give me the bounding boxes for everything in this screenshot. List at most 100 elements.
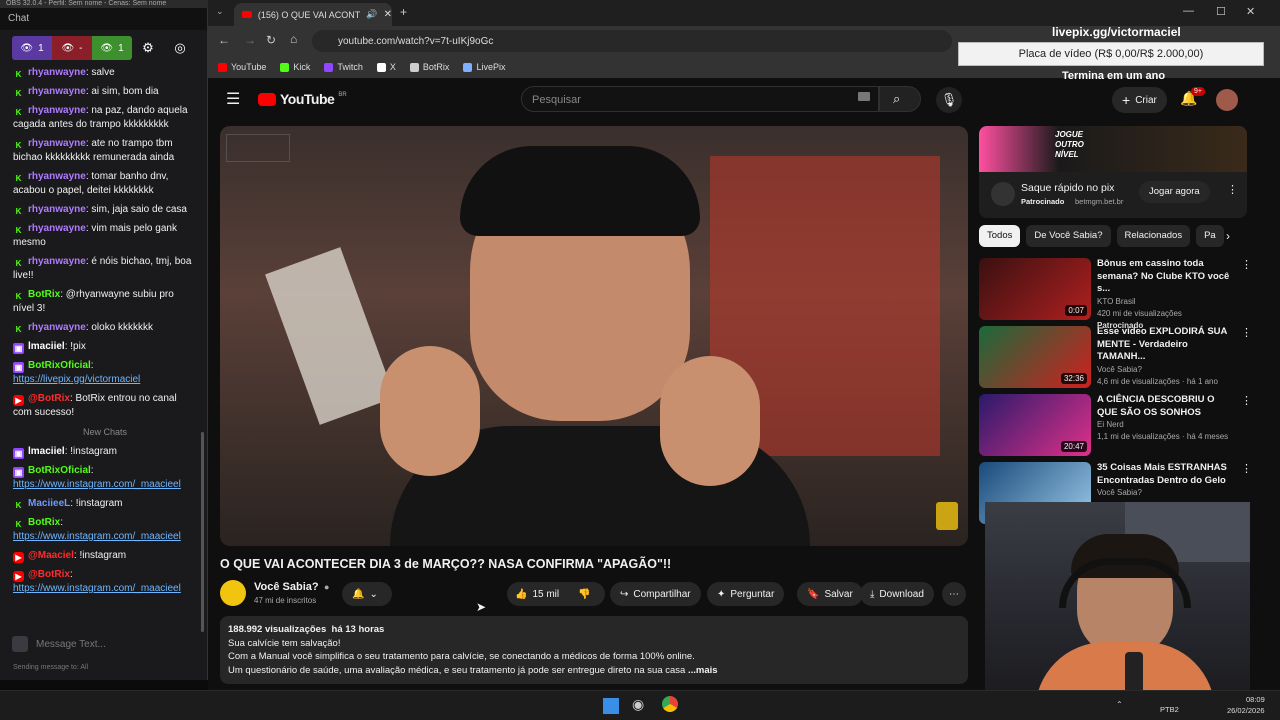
chat-username[interactable]: @BotRix xyxy=(28,393,70,404)
create-button[interactable]: + Criar xyxy=(1112,87,1167,113)
maximize-icon[interactable]: ☐ xyxy=(1216,5,1226,18)
chevron-right-icon[interactable]: › xyxy=(1226,229,1230,243)
browser-tab[interactable]: (156) O QUE VAI ACONTEC 🔊 ✕ xyxy=(234,3,392,26)
chat-scrollbar[interactable] xyxy=(201,432,204,632)
video-title[interactable]: 35 Coisas Mais ESTRANHAS Encontradas Den… xyxy=(1097,462,1235,487)
video-thumbnail[interactable]: 32:36 xyxy=(979,326,1091,388)
kebab-menu-icon[interactable]: ⋮ xyxy=(1241,326,1252,388)
chat-username[interactable]: @Maaciel xyxy=(28,550,74,561)
chat-username[interactable]: rhyanwayne xyxy=(28,171,86,182)
chat-username[interactable]: rhyanwayne xyxy=(28,86,86,97)
bookmark-item[interactable]: X xyxy=(376,62,396,72)
chat-username[interactable]: rhyanwayne xyxy=(28,256,86,267)
ad-card[interactable]: JOGUE OUTRO NÍVEL Saque rápido no pix Pa… xyxy=(979,126,1247,218)
filter-chip[interactable]: Pa xyxy=(1196,225,1224,247)
url-field[interactable]: youtube.com/watch?v=7t-uIKj9oGc xyxy=(312,30,952,52)
kebab-menu-icon[interactable]: ⋮ xyxy=(1241,258,1252,320)
chat-username[interactable]: BotRixOficial xyxy=(28,465,91,476)
recommended-video[interactable]: 20:47 A CIÊNCIA DESCOBRIU O QUE SÃO OS SO… xyxy=(979,394,1252,456)
chat-username[interactable]: BotRix xyxy=(28,517,60,528)
recommended-video[interactable]: 0:07 Bônus em cassino toda semana? No Clu… xyxy=(979,258,1252,330)
language-indicator[interactable]: PTB2 xyxy=(1160,705,1179,714)
viewers-kick-button[interactable]: 👁 1 xyxy=(92,36,132,60)
chat-username[interactable]: rhyanwayne xyxy=(28,204,86,215)
search-button[interactable]: ⌕ xyxy=(879,86,921,112)
new-tab-icon[interactable]: + xyxy=(400,5,407,19)
settings-button[interactable]: ⚙ xyxy=(132,36,164,60)
video-title[interactable]: A CIÊNCIA DESCOBRIU O QUE SÃO OS SONHOS xyxy=(1097,394,1235,419)
chat-link[interactable]: https://www.instagram.com/_maacieel xyxy=(13,531,181,542)
video-thumbnail[interactable]: 20:47 xyxy=(979,394,1091,456)
compass-button[interactable]: ◎ xyxy=(164,36,196,60)
home-icon[interactable]: ⌂ xyxy=(290,32,297,46)
bookmark-item[interactable]: BotRix xyxy=(409,62,449,72)
more-actions-button[interactable]: ⋯ xyxy=(942,582,966,606)
keyboard-icon[interactable] xyxy=(858,92,870,101)
back-icon[interactable]: ← xyxy=(218,33,230,47)
video-title[interactable]: Bônus em cassino toda semana? No Clube K… xyxy=(1097,258,1235,296)
filter-chip[interactable]: De Você Sabia? xyxy=(1026,225,1111,247)
subscribed-bell-button[interactable]: 🔔 ⌄ xyxy=(342,582,392,606)
chat-username[interactable]: lmaciiel xyxy=(28,446,65,457)
bookmark-item[interactable]: Kick xyxy=(280,62,310,72)
chat-username[interactable]: rhyanwayne xyxy=(28,322,86,333)
description-box[interactable]: 188.992 visualizações há 13 horas Sua ca… xyxy=(220,616,968,684)
more-link[interactable]: ...mais xyxy=(688,665,718,676)
forward-icon[interactable]: → xyxy=(244,33,256,47)
viewers-twitch-button[interactable]: 👁 1 xyxy=(12,36,52,60)
chat-link[interactable]: https://livepix.gg/victormaciel xyxy=(13,374,140,385)
goal-ends-label: Termina em um ano xyxy=(1062,70,1166,82)
close-tab-icon[interactable]: ✕ xyxy=(384,9,392,20)
download-button[interactable]: ⤓ Download xyxy=(860,582,934,606)
tray-chevron-icon[interactable]: ⌃ xyxy=(1116,700,1123,709)
recommended-video[interactable]: 32:36 Esse vídeo EXPLODIRÁ SUA MENTE - Ve… xyxy=(979,326,1252,388)
chat-username[interactable]: @BotRix xyxy=(28,569,70,580)
chat-username[interactable]: rhyanwayne xyxy=(28,105,86,116)
verified-icon: ● xyxy=(324,582,330,592)
chat-username[interactable]: rhyanwayne xyxy=(28,67,86,78)
bookmark-label: Twitch xyxy=(337,62,363,72)
chat-username[interactable]: BotRixOficial xyxy=(28,360,91,371)
video-title[interactable]: Esse vídeo EXPLODIRÁ SUA MENTE - Verdade… xyxy=(1097,326,1235,364)
search-input[interactable]: Pesquisar xyxy=(521,86,879,112)
obs-icon[interactable]: ◉ xyxy=(632,696,644,713)
ad-cta-button[interactable]: Jogar agora xyxy=(1139,181,1210,203)
bookmark-item[interactable]: LivePix xyxy=(463,62,505,72)
message-placeholder: Message Text... xyxy=(36,638,106,650)
chat-username[interactable]: MaciieeL xyxy=(28,498,70,509)
filter-chip[interactable]: Todos xyxy=(979,225,1021,247)
chat-username[interactable]: rhyanwayne xyxy=(28,138,86,149)
chrome-icon[interactable] xyxy=(662,696,678,712)
bookmark-item[interactable]: Twitch xyxy=(324,62,363,72)
ask-button[interactable]: ✦ Perguntar xyxy=(707,582,785,606)
youtube-logo[interactable]: YouTube BR xyxy=(258,91,347,107)
kick-badge-icon: K xyxy=(13,206,24,217)
channel-avatar[interactable] xyxy=(220,580,246,606)
channel-name[interactable]: Você Sabia? xyxy=(254,581,319,593)
chat-link[interactable]: https://www.instagram.com/_maacieel xyxy=(13,479,181,490)
save-button[interactable]: 🔖 Salvar xyxy=(797,582,863,606)
menu-icon[interactable]: ☰ xyxy=(226,89,240,109)
share-button[interactable]: ↪ Compartilhar xyxy=(610,582,701,606)
video-player[interactable] xyxy=(220,126,968,546)
chat-link[interactable]: https://www.instagram.com/_maacieel xyxy=(13,583,181,594)
viewers-youtube-button[interactable]: 👁 - xyxy=(52,36,92,60)
video-thumbnail[interactable]: 0:07 xyxy=(979,258,1091,320)
message-input[interactable]: Message Text... xyxy=(12,632,200,656)
windows-start-icon[interactable] xyxy=(603,698,619,714)
kebab-menu-icon[interactable]: ⋮ xyxy=(1241,394,1252,456)
ad-domain: betmgm.bet.br xyxy=(1075,197,1124,206)
bookmark-item[interactable]: YouTube xyxy=(218,62,266,72)
tab-list-icon[interactable]: ⌄ xyxy=(216,6,224,17)
minimize-icon[interactable]: — xyxy=(1183,5,1194,17)
mic-icon[interactable]: 🎙 xyxy=(936,87,962,113)
like-button[interactable]: 👍 15 mil 👎 xyxy=(507,582,605,606)
avatar[interactable] xyxy=(1216,89,1238,111)
chat-username[interactable]: lmaciiel xyxy=(28,341,65,352)
filter-chip[interactable]: Relacionados xyxy=(1116,225,1191,247)
chat-username[interactable]: rhyanwayne xyxy=(28,223,86,234)
chat-username[interactable]: BotRix xyxy=(28,289,60,300)
close-window-icon[interactable]: ✕ xyxy=(1246,5,1255,18)
reload-icon[interactable]: ↻ xyxy=(266,33,276,47)
kebab-menu-icon[interactable]: ⋮ xyxy=(1227,183,1238,196)
